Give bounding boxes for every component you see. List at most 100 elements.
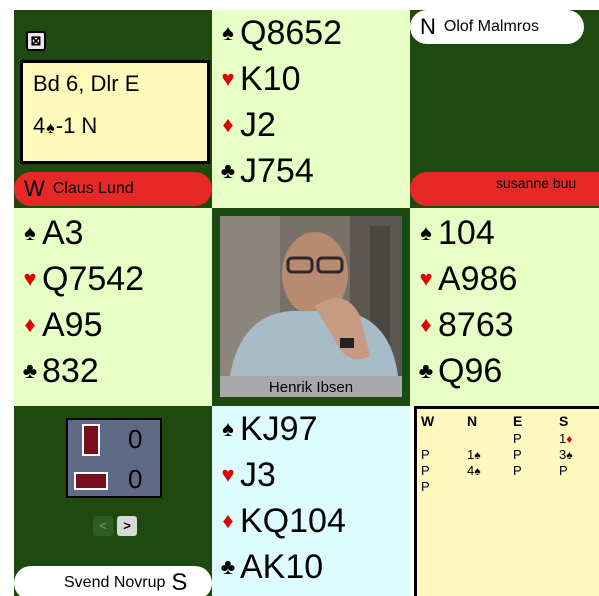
spade-icon: ♠ bbox=[566, 448, 573, 462]
spade-icon: ♠ bbox=[24, 220, 36, 245]
south-clubs: ♣ AK10 bbox=[218, 544, 410, 590]
bid-cell: 1♠ bbox=[467, 447, 481, 462]
south-hand: ♠ KJ97 ♥ J3 ♦ KQ104 ♣ AK10 bbox=[212, 406, 410, 596]
west-diamonds-cards: A95 bbox=[42, 306, 103, 344]
north-player-label: N Olof Malmros bbox=[410, 10, 584, 44]
next-trick-button[interactable]: > bbox=[117, 516, 137, 536]
west-diamonds: ♦ A95 bbox=[20, 302, 212, 348]
prev-trick-button[interactable]: < bbox=[93, 516, 113, 536]
diamond-icon: ♦ bbox=[222, 112, 234, 137]
west-hearts: ♥ Q7542 bbox=[20, 256, 212, 302]
bid-level: 1 bbox=[559, 431, 567, 446]
bid-cell: P bbox=[421, 447, 430, 462]
bid-cell: 1♦ bbox=[559, 431, 572, 446]
bid-level: 4 bbox=[467, 463, 475, 478]
board-number: Bd 6, Dlr E bbox=[33, 71, 140, 96]
east-spades: ♠ 104 bbox=[416, 210, 599, 256]
bid-cell: P bbox=[421, 479, 430, 494]
south-clubs-cards: AK10 bbox=[240, 548, 324, 586]
south-diamonds-cards: KQ104 bbox=[240, 502, 346, 540]
ew-tricks-count: 0 bbox=[128, 464, 143, 494]
west-hand: ♠ A3 ♥ Q7542 ♦ A95 ♣ 832 bbox=[14, 208, 212, 406]
spade-icon: ♠ bbox=[474, 464, 481, 478]
south-hearts: ♥ J3 bbox=[218, 452, 410, 498]
north-diamonds: ♦ J2 bbox=[218, 102, 410, 148]
spade-icon: ♠ bbox=[46, 120, 55, 137]
east-spades-cards: 104 bbox=[438, 214, 495, 252]
north-clubs: ♣ J754 bbox=[218, 148, 410, 194]
east-hearts: ♥ A986 bbox=[416, 256, 599, 302]
south-player-label: Svend Novrup S bbox=[14, 566, 212, 596]
heart-icon: ♥ bbox=[221, 462, 235, 487]
north-clubs-cards: J754 bbox=[240, 152, 314, 190]
bid-cell: P bbox=[559, 463, 568, 478]
west-player-label: W Claus Lund bbox=[14, 172, 212, 206]
west-clubs: ♣ 832 bbox=[20, 348, 212, 394]
west-hearts-cards: Q7542 bbox=[42, 260, 145, 298]
north-direction: N bbox=[420, 14, 436, 39]
heart-icon: ♥ bbox=[23, 266, 37, 291]
north-player-name: Olof Malmros bbox=[443, 18, 540, 35]
tricks-panel: 0 0 bbox=[66, 418, 162, 498]
diamond-icon: ♦ bbox=[420, 312, 432, 337]
east-hearts-cards: A986 bbox=[438, 260, 518, 298]
spade-icon: ♠ bbox=[222, 416, 234, 441]
bid-header-south: S bbox=[559, 413, 569, 429]
south-spades: ♠ KJ97 bbox=[218, 406, 410, 452]
contract-level: 4 bbox=[33, 113, 46, 138]
club-icon: ♣ bbox=[220, 158, 236, 183]
ns-tricks-count: 0 bbox=[128, 424, 143, 454]
west-spades: ♠ A3 bbox=[20, 210, 212, 256]
west-direction: W bbox=[24, 176, 45, 201]
east-diamonds-cards: 8763 bbox=[438, 306, 514, 344]
east-player-label: susanne buu bbox=[410, 172, 599, 206]
club-icon: ♣ bbox=[220, 554, 236, 579]
spade-icon: ♠ bbox=[420, 220, 432, 245]
player-video bbox=[220, 216, 402, 376]
west-spades-cards: A3 bbox=[42, 214, 84, 252]
south-hearts-cards: J3 bbox=[240, 456, 276, 494]
bid-level: 3 bbox=[559, 447, 567, 462]
diamond-icon: ♦ bbox=[566, 432, 573, 446]
north-hand: ♠ Q8652 ♥ K10 ♦ J2 ♣ J754 bbox=[212, 10, 410, 208]
club-icon: ♣ bbox=[22, 358, 38, 383]
west-player-name: Claus Lund bbox=[52, 180, 134, 197]
bid-header-north: N bbox=[467, 413, 478, 429]
heart-icon: ♥ bbox=[221, 66, 235, 91]
east-player-name: susanne buu bbox=[496, 175, 577, 191]
east-diamonds: ♦ 8763 bbox=[416, 302, 599, 348]
contract-result: 4♠-1 N bbox=[33, 105, 207, 150]
heart-icon: ♥ bbox=[419, 266, 433, 291]
south-spades-cards: KJ97 bbox=[240, 410, 318, 448]
video-caption: Henrik Ibsen bbox=[220, 376, 402, 397]
ew-tricks-icon bbox=[74, 472, 108, 490]
north-diamonds-cards: J2 bbox=[240, 106, 276, 144]
bidding-table: W N E S P 1♦ P 1♠ P 3♠ P 4♠ P P P bbox=[414, 406, 599, 596]
bid-cell: 4♠ bbox=[467, 463, 481, 478]
bid-cell: P bbox=[513, 431, 522, 446]
north-spades-cards: Q8652 bbox=[240, 14, 343, 52]
south-player-name: Svend Novrup bbox=[64, 574, 166, 591]
diamond-icon: ♦ bbox=[24, 312, 36, 337]
bid-cell: P bbox=[513, 447, 522, 462]
diamond-icon: ♦ bbox=[222, 508, 234, 533]
bid-cell: P bbox=[421, 463, 430, 478]
board-info-box: Bd 6, Dlr E 4♠-1 N bbox=[20, 60, 210, 164]
west-clubs-cards: 832 bbox=[42, 352, 99, 390]
spade-icon: ♠ bbox=[222, 20, 234, 45]
contract-outcome: -1 N bbox=[55, 113, 98, 138]
east-hand: ♠ 104 ♥ A986 ♦ 8763 ♣ Q96 bbox=[410, 208, 599, 406]
bid-cell: 3♠ bbox=[559, 447, 573, 462]
east-clubs-cards: Q96 bbox=[438, 352, 503, 390]
spade-icon: ♠ bbox=[474, 448, 481, 462]
video-panel: Henrik Ibsen bbox=[216, 212, 406, 397]
club-icon: ♣ bbox=[418, 358, 434, 383]
north-hearts: ♥ K10 bbox=[218, 56, 410, 102]
bid-header-east: E bbox=[513, 413, 523, 429]
bid-cell: P bbox=[513, 463, 522, 478]
south-diamonds: ♦ KQ104 bbox=[218, 498, 410, 544]
close-icon[interactable]: ⊠ bbox=[26, 31, 46, 51]
bid-level: 1 bbox=[467, 447, 475, 462]
north-spades: ♠ Q8652 bbox=[218, 10, 410, 56]
north-hearts-cards: K10 bbox=[240, 60, 301, 98]
